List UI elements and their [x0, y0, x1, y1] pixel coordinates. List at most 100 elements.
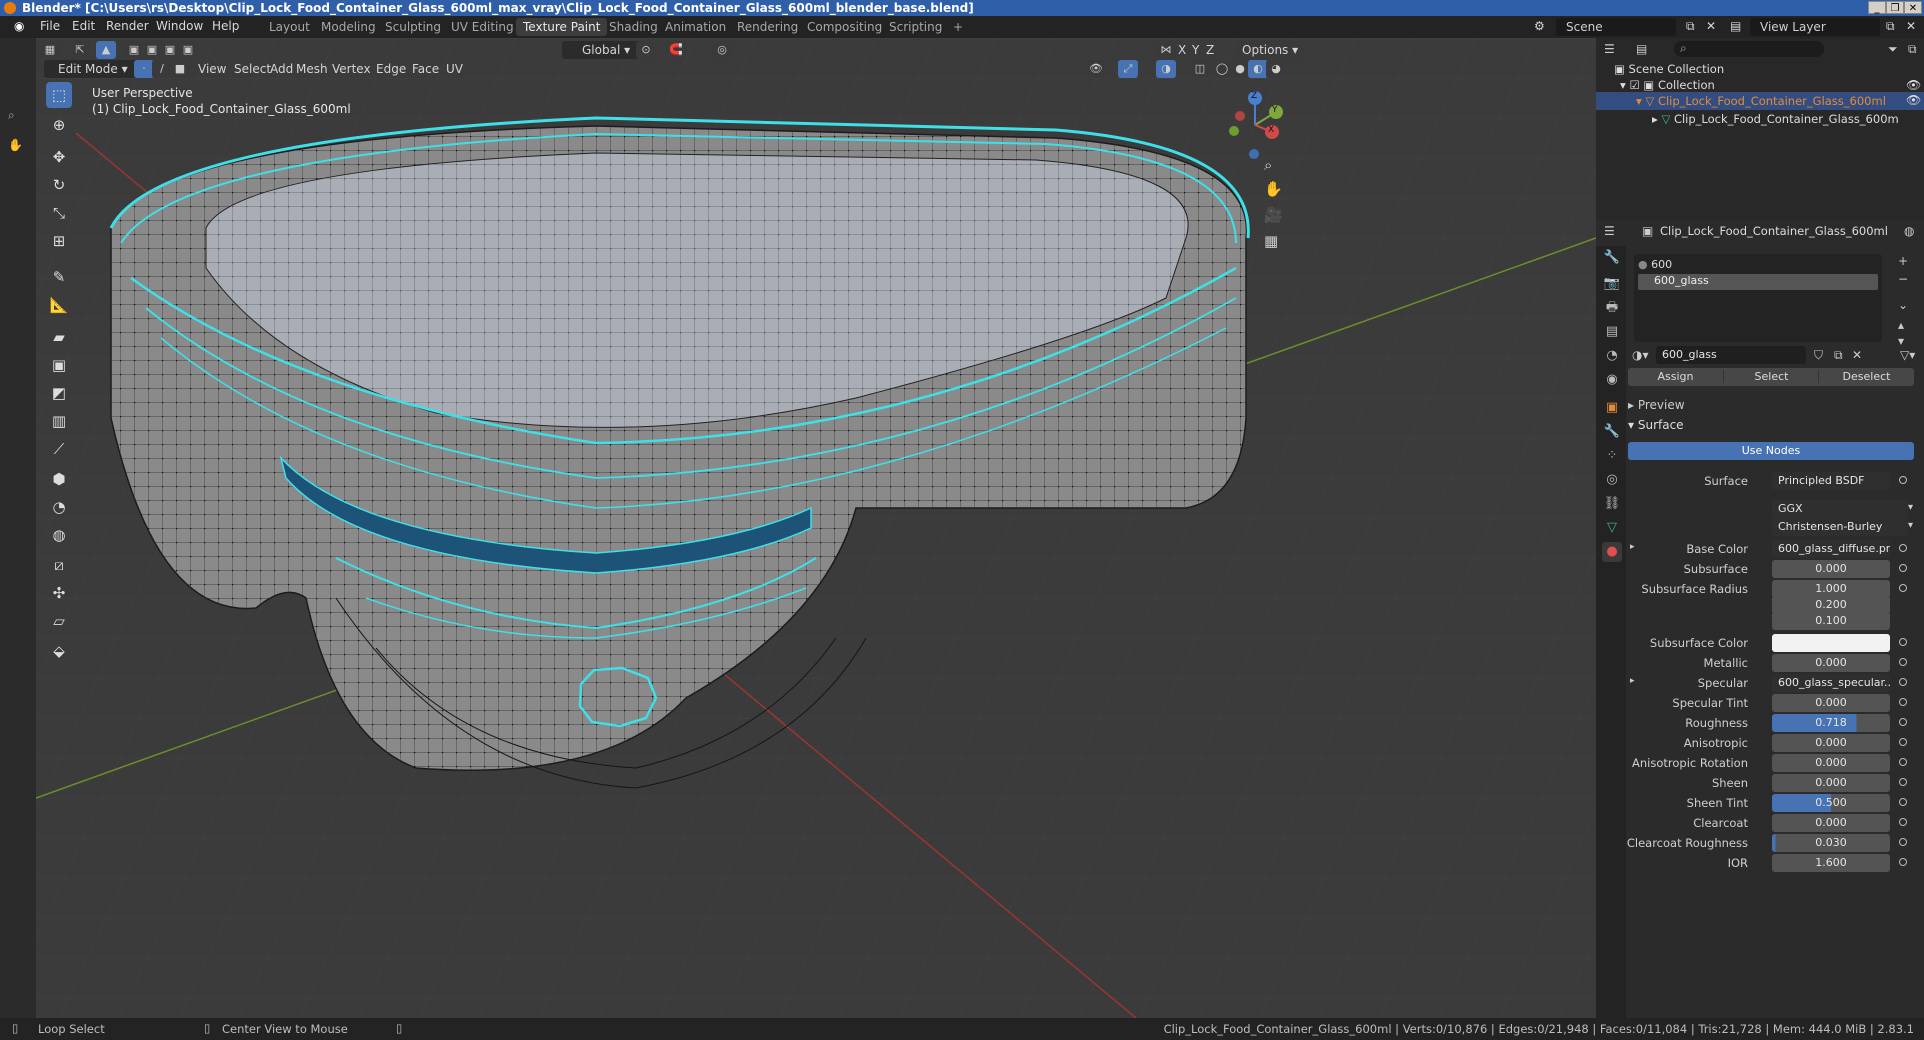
- view-layer-icon[interactable]: ▤: [1730, 19, 1741, 33]
- proportional-edit-icon[interactable]: ◎: [712, 41, 732, 59]
- move-tool-icon[interactable]: ✥: [46, 144, 72, 170]
- param-field[interactable]: 0.000: [1772, 734, 1890, 752]
- socket-icon[interactable]: [1899, 858, 1907, 866]
- menu-view[interactable]: View: [198, 60, 226, 78]
- param-field[interactable]: 0.500: [1772, 794, 1890, 812]
- loop-cut-tool-icon[interactable]: ▥: [46, 408, 72, 434]
- face-select-icon[interactable]: ■: [170, 60, 190, 78]
- viewport-canvas[interactable]: [36, 38, 1596, 1018]
- scale-tool-icon[interactable]: ⤡: [46, 200, 72, 226]
- socket-icon[interactable]: [1899, 798, 1907, 806]
- close-icon[interactable]: ✕: [1904, 1, 1922, 14]
- delete-view-layer-icon[interactable]: ✕: [1906, 19, 1916, 33]
- add-workspace-icon[interactable]: +: [946, 18, 970, 36]
- menu-face[interactable]: Face: [412, 60, 439, 78]
- properties-editor-icon[interactable]: ☰: [1604, 224, 1615, 238]
- vertex-select-icon[interactable]: ·: [134, 60, 154, 78]
- select-subtract-icon[interactable]: ▣: [160, 41, 180, 59]
- socket-icon[interactable]: [1899, 698, 1907, 706]
- material-shading-icon[interactable]: ◐: [1248, 60, 1268, 78]
- snap-icon[interactable]: 🧲: [666, 41, 686, 59]
- param-field[interactable]: 0.000: [1772, 754, 1890, 772]
- tab-rendering[interactable]: Rendering: [730, 18, 805, 36]
- slot-specials-icon[interactable]: ⌄: [1898, 298, 1908, 312]
- select-invert-icon[interactable]: ▣: [178, 41, 198, 59]
- pin-icon[interactable]: ◍: [1904, 224, 1914, 238]
- param-field[interactable]: 1.600: [1772, 854, 1890, 872]
- visibility-icon[interactable]: 👁: [1086, 60, 1106, 78]
- expand-arrow-icon[interactable]: ▸: [1630, 676, 1635, 686]
- new-scene-icon[interactable]: ⧉: [1686, 19, 1695, 34]
- spin-tool-icon[interactable]: ◔: [46, 494, 72, 520]
- scene-icon[interactable]: ⚙: [1534, 19, 1545, 33]
- expand-arrow-icon[interactable]: ▾: [1620, 78, 1626, 92]
- socket-icon[interactable]: [1899, 778, 1907, 786]
- remove-slot-icon[interactable]: −: [1898, 272, 1908, 286]
- surface-shader-field[interactable]: Principled BSDF: [1772, 472, 1890, 490]
- transform-tool-icon[interactable]: ⊞: [46, 228, 72, 254]
- select-extend-icon[interactable]: ▣: [142, 41, 162, 59]
- blender-menu-icon[interactable]: ◉: [14, 19, 24, 33]
- link-type-icon[interactable]: ▽▾: [1900, 348, 1915, 362]
- material-name-field[interactable]: 600_glass: [1656, 346, 1806, 364]
- delete-scene-icon[interactable]: ✕: [1706, 19, 1716, 33]
- checkbox-icon[interactable]: ☑: [1629, 78, 1639, 92]
- cursor-tool-icon[interactable]: ⊕: [46, 112, 72, 138]
- editor-type-icon[interactable]: ▦: [40, 41, 60, 59]
- zoom-icon[interactable]: ⌕: [1264, 156, 1272, 174]
- socket-icon[interactable]: [1899, 818, 1907, 826]
- navigation-gizmo[interactable]: Y Z X: [1220, 90, 1290, 160]
- fake-user-icon[interactable]: ⛉: [1814, 348, 1823, 363]
- menu-render[interactable]: Render: [106, 19, 149, 33]
- rendered-shading-icon[interactable]: ◕: [1266, 60, 1286, 78]
- use-nodes-button[interactable]: Use Nodes: [1628, 442, 1914, 460]
- tab-scripting[interactable]: Scripting: [882, 18, 949, 36]
- param-field[interactable]: 0.100: [1772, 612, 1890, 630]
- tab-texture-paint[interactable]: Texture Paint: [516, 18, 608, 36]
- socket-icon[interactable]: [1899, 838, 1907, 846]
- tab-layout[interactable]: Layout: [262, 18, 317, 36]
- menu-edit[interactable]: Edit: [72, 19, 95, 33]
- param-field[interactable]: 0.718: [1772, 714, 1890, 732]
- xray-icon[interactable]: ◫: [1190, 60, 1210, 78]
- param-field[interactable]: 0.000: [1772, 560, 1890, 578]
- tab-compositing[interactable]: Compositing: [800, 18, 889, 36]
- mode-dropdown[interactable]: Edit Mode ▾: [44, 60, 140, 78]
- menu-add[interactable]: Add: [270, 60, 293, 78]
- modifier-tab-icon[interactable]: 🔧: [1602, 422, 1622, 442]
- poly-build-tool-icon[interactable]: ⬢: [46, 466, 72, 492]
- param-field[interactable]: 0.000: [1772, 694, 1890, 712]
- deselect-button[interactable]: Deselect: [1818, 370, 1914, 383]
- socket-icon[interactable]: [1899, 544, 1907, 552]
- filter-icon[interactable]: ⏷: [1888, 42, 1898, 57]
- maximize-icon[interactable]: ❐: [1886, 1, 1904, 14]
- shear-tool-icon[interactable]: ▱: [46, 608, 72, 634]
- output-tab-icon[interactable]: 🖶: [1602, 298, 1622, 318]
- scene-selector[interactable]: Scene: [1556, 18, 1676, 36]
- add-slot-icon[interactable]: +: [1898, 254, 1908, 268]
- new-view-layer-icon[interactable]: ⧉: [1886, 19, 1895, 34]
- options-button[interactable]: Options ▾: [1236, 41, 1305, 59]
- socket-icon[interactable]: [1899, 678, 1907, 686]
- outliner-mesh-row[interactable]: ▸ ▽ Clip_Lock_Food_Container_Glass_600m: [1652, 112, 1899, 126]
- knife-tool-icon[interactable]: ⟋: [46, 436, 72, 462]
- tab-sculpting[interactable]: Sculpting: [378, 18, 448, 36]
- select-button[interactable]: Select: [1723, 370, 1819, 383]
- minimize-icon[interactable]: _: [1868, 1, 1886, 14]
- smooth-tool-icon[interactable]: ◍: [46, 522, 72, 548]
- rip-tool-icon[interactable]: ⬙: [46, 638, 72, 664]
- scene-tab-icon[interactable]: ◔: [1602, 346, 1622, 366]
- outliner-search-input[interactable]: ⌕: [1674, 41, 1824, 57]
- material-datablock[interactable]: ◑▾ 600_glass ⛉ ⧉ ✕: [1628, 346, 1888, 366]
- gizmo-icon[interactable]: ⤢: [1118, 60, 1138, 78]
- hand-icon[interactable]: ✋: [8, 138, 23, 152]
- transform-orientation-dropdown[interactable]: Global ▾: [562, 41, 646, 59]
- menu-select[interactable]: Select: [234, 60, 271, 78]
- select-mode-icon[interactable]: ▲: [96, 41, 116, 59]
- mirror-icon[interactable]: ⋈: [1156, 41, 1176, 59]
- edge-select-icon[interactable]: /: [152, 60, 172, 78]
- duplicate-material-icon[interactable]: ⧉: [1834, 348, 1843, 363]
- socket-icon[interactable]: [1899, 718, 1907, 726]
- color-swatch[interactable]: [1772, 634, 1890, 652]
- outliner-scene-collection[interactable]: ▣ Scene Collection: [1614, 62, 1724, 76]
